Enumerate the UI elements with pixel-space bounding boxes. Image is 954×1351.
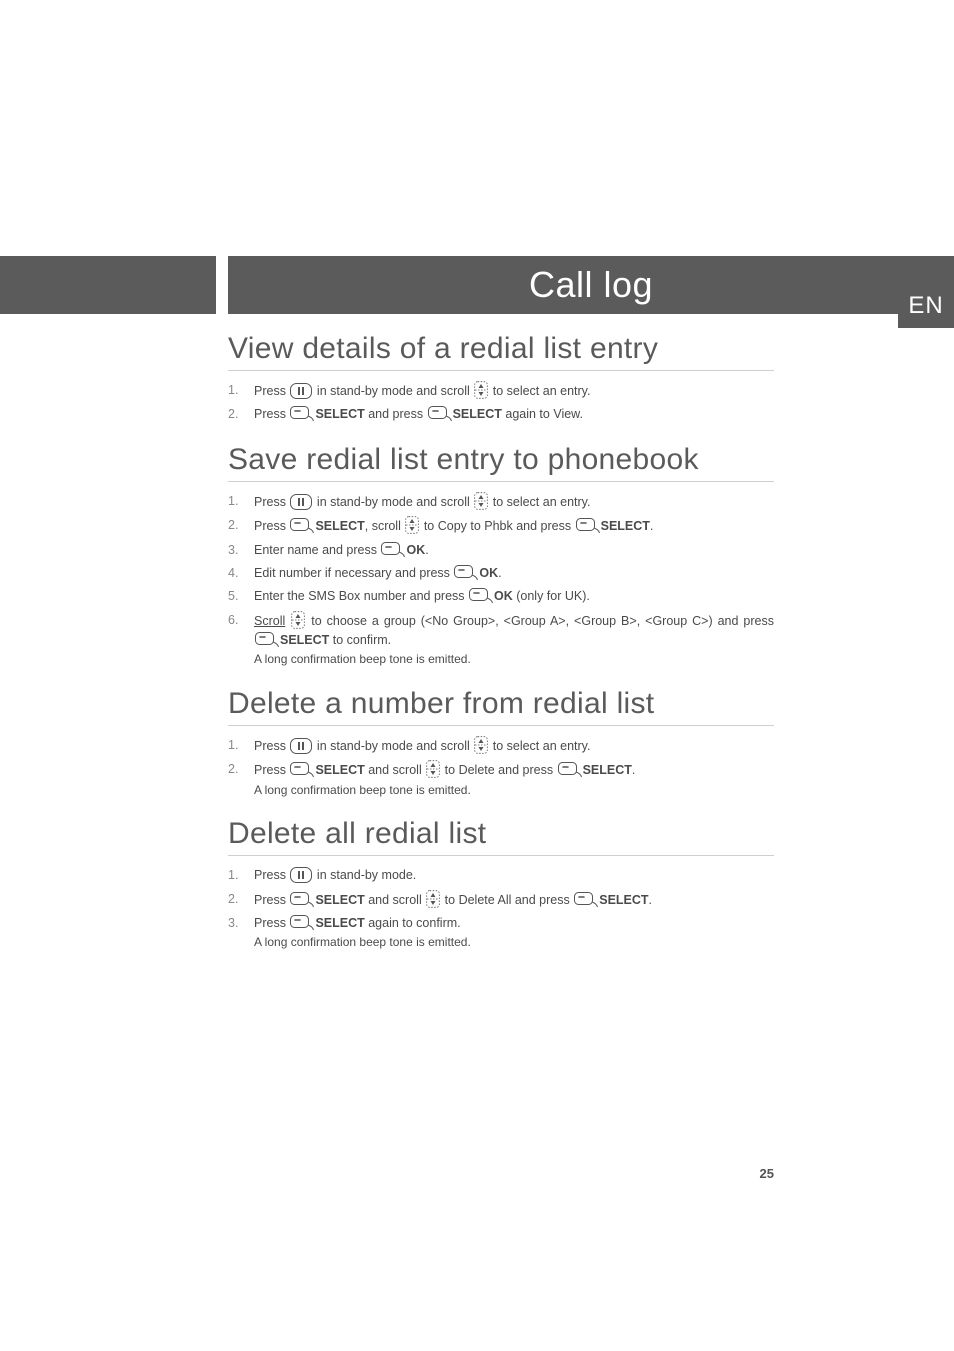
step-item: Press in stand-by mode and scroll to sel…: [228, 381, 774, 401]
label-bold: SELECT: [315, 519, 364, 533]
softkey-icon: [290, 518, 314, 534]
updown-icon: [474, 736, 488, 754]
section-heading: Delete a number from redial list: [228, 687, 774, 726]
step-item: Scroll to choose a group (<No Group>, <G…: [228, 611, 774, 669]
steps-list: Press in stand-by mode and scroll to sel…: [228, 736, 774, 799]
softkey-icon: [428, 406, 452, 422]
label-bold: OK: [494, 589, 513, 603]
updown-icon: [474, 492, 488, 510]
step-item: Press in stand-by mode and scroll to sel…: [228, 736, 774, 756]
step-item: Press SELECT again to confirm.A long con…: [228, 914, 774, 952]
softkey-icon: [290, 892, 314, 908]
label-bold: SELECT: [315, 763, 364, 777]
page-number: 25: [760, 1166, 774, 1181]
step-item: Enter name and press OK.: [228, 541, 774, 560]
label-bold: SELECT: [315, 407, 364, 421]
updown-icon: [426, 890, 440, 908]
page-title: Call log: [228, 256, 954, 314]
redial-icon: [290, 867, 312, 883]
label-bold: SELECT: [280, 633, 329, 647]
language-tab: EN: [898, 256, 954, 328]
label-bold: SELECT: [315, 893, 364, 907]
softkey-icon: [576, 518, 600, 534]
label-bold: SELECT: [601, 519, 650, 533]
steps-list: Press in stand-by mode and scroll to sel…: [228, 492, 774, 669]
section-heading: Delete all redial list: [228, 817, 774, 856]
step-subtext: A long confirmation beep tone is emitted…: [254, 650, 774, 669]
step-item: Enter the SMS Box number and press OK (o…: [228, 587, 774, 606]
step-subtext: A long confirmation beep tone is emitted…: [254, 781, 774, 800]
step-item: Press in stand-by mode.: [228, 866, 774, 885]
label-underline: Scroll: [254, 614, 285, 628]
step-item: Edit number if necessary and press OK.: [228, 564, 774, 583]
softkey-icon: [469, 588, 493, 604]
softkey-icon: [290, 915, 314, 931]
step-subtext: A long confirmation beep tone is emitted…: [254, 933, 774, 952]
softkey-icon: [255, 632, 279, 648]
step-item: Press SELECT and press SELECT again to V…: [228, 405, 774, 424]
label-bold: SELECT: [583, 763, 632, 777]
section-heading: View details of a redial list entry: [228, 332, 774, 371]
label-bold: SELECT: [315, 916, 364, 930]
step-item: Press in stand-by mode and scroll to sel…: [228, 492, 774, 512]
softkey-icon: [558, 762, 582, 778]
steps-list: Press in stand-by mode. Press SELECT and …: [228, 866, 774, 952]
softkey-icon: [290, 406, 314, 422]
updown-icon: [474, 381, 488, 399]
header-left-block: [0, 256, 216, 314]
content-area: View details of a redial list entry Press…: [228, 314, 774, 964]
softkey-icon: [454, 565, 478, 581]
label-bold: OK: [406, 543, 425, 557]
label-bold: SELECT: [453, 407, 502, 421]
updown-icon: [426, 760, 440, 778]
steps-list: Press in stand-by mode and scroll to sel…: [228, 381, 774, 425]
updown-icon: [291, 611, 305, 629]
label-bold: SELECT: [599, 893, 648, 907]
step-item: Press SELECT, scroll to Copy to Phbk and…: [228, 516, 774, 536]
redial-icon: [290, 383, 312, 399]
redial-icon: [290, 494, 312, 510]
step-item: Press SELECT and scroll to Delete All an…: [228, 890, 774, 910]
step-item: Press SELECT and scroll to Delete and pr…: [228, 760, 774, 799]
softkey-icon: [381, 542, 405, 558]
label-bold: OK: [479, 566, 498, 580]
redial-icon: [290, 738, 312, 754]
header-band: Call log: [0, 256, 954, 314]
softkey-icon: [574, 892, 598, 908]
updown-icon: [405, 516, 419, 534]
section-heading: Save redial list entry to phonebook: [228, 443, 774, 482]
softkey-icon: [290, 762, 314, 778]
